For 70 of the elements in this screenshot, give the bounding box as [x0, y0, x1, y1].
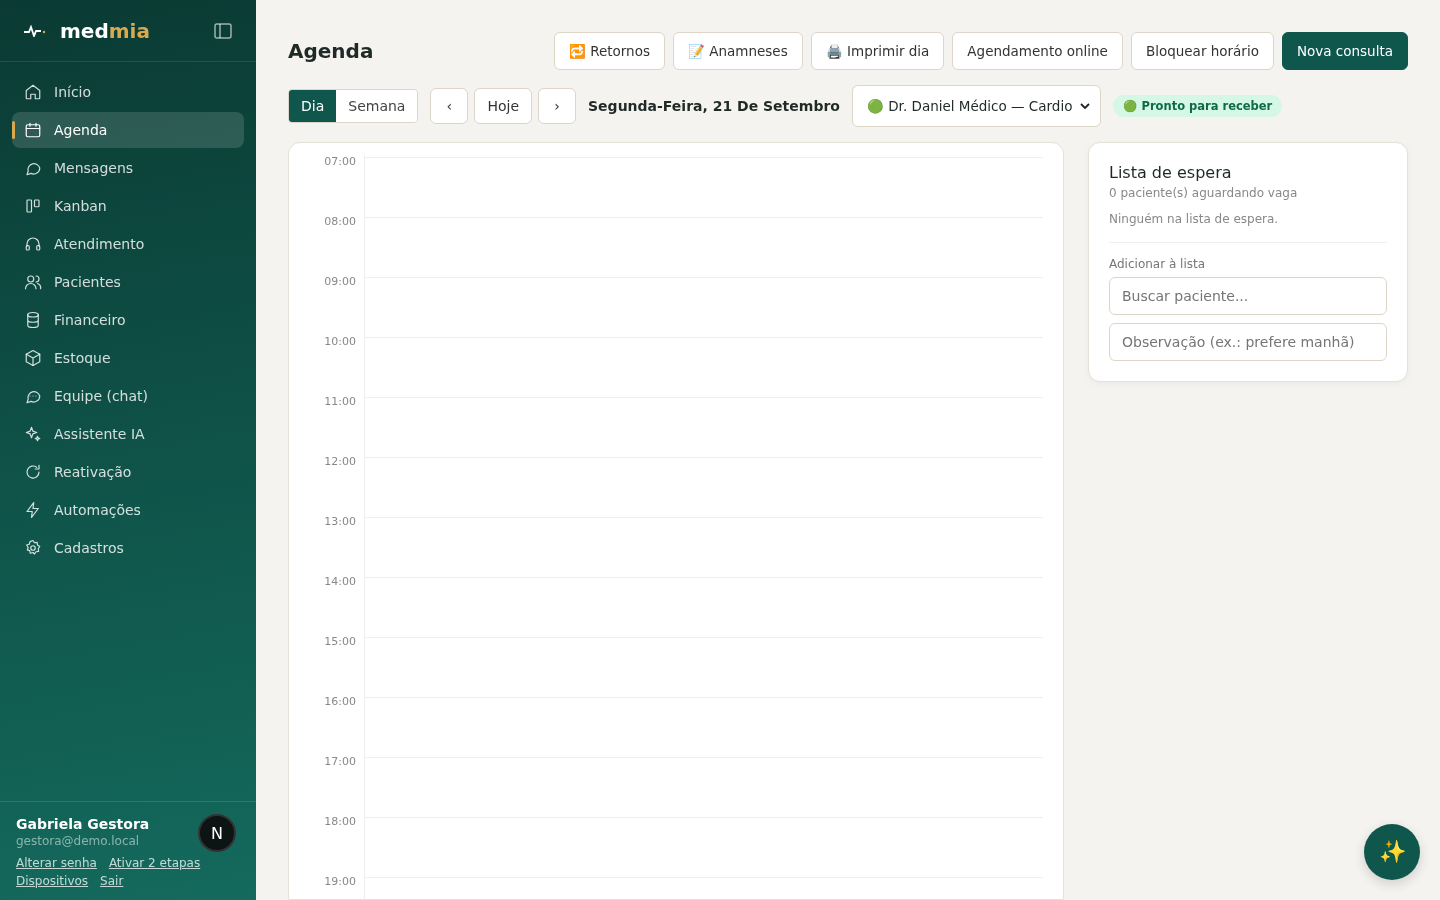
- doctor-select[interactable]: 🟢 Dr. Daniel Médico — Cardio: [851, 85, 1102, 127]
- toolbar-button[interactable]: 🔁 Retornos: [553, 32, 665, 70]
- ai-assistant-button[interactable]: ✨: [1364, 824, 1420, 880]
- hour-label: 18:00: [309, 815, 365, 877]
- refresh-icon: [24, 463, 42, 481]
- sidebar-item[interactable]: Cadastros: [12, 530, 244, 566]
- settings-icon: [24, 539, 42, 557]
- toolbar-button[interactable]: 📝 Anamneses: [672, 32, 803, 70]
- hour-label: 09:00: [309, 275, 365, 337]
- sidebar-item[interactable]: Automações: [12, 492, 244, 528]
- view-tab[interactable]: Semana: [336, 90, 418, 122]
- hour-label: 11:00: [309, 395, 365, 457]
- hour-label: 07:00: [309, 155, 365, 217]
- card-title: Lista de espera: [1109, 163, 1233, 182]
- sidebar-item[interactable]: Agenda: [12, 112, 244, 148]
- toolbar-button[interactable]: 🖨 Imprimir dia: [810, 32, 945, 70]
- box-icon: [24, 349, 42, 367]
- current-date: Segunda-Feira, 21 De Setembro: [588, 98, 840, 114]
- sidebar-item[interactable]: Início: [12, 74, 244, 110]
- hour-label: 16:00: [309, 695, 365, 757]
- field-label: Adicionar à lista: [1109, 257, 1207, 271]
- sidebar-item[interactable]: Pacientes: [12, 264, 244, 300]
- home-icon: [24, 83, 42, 101]
- logo-text: medmia: [60, 18, 151, 43]
- previous-button[interactable]: ‹: [430, 88, 469, 124]
- patient-search-field[interactable]: Buscar paciente...: [1109, 277, 1387, 315]
- account-link[interactable]: Dispositivos: [16, 874, 89, 888]
- chevron-down-icon: [1080, 103, 1091, 109]
- account-link[interactable]: Ativar 2 etapas: [108, 856, 201, 870]
- page-title: Agenda: [288, 39, 375, 63]
- hour-label: 19:00: [309, 875, 365, 899]
- hour-label: 15:00: [309, 635, 365, 697]
- sidebar-item[interactable]: Atendimento: [12, 226, 244, 262]
- hour-label: 08:00: [309, 215, 365, 277]
- sidebar-item[interactable]: Financeiro: [12, 302, 244, 338]
- sidebar-toggle-icon[interactable]: [214, 22, 232, 39]
- hour-label: 14:00: [309, 575, 365, 637]
- lightning-icon: [24, 501, 42, 519]
- user-name: Gabriela Gestora: [16, 816, 151, 832]
- hour-label: 17:00: [309, 755, 365, 817]
- empty-message: Ninguém na lista de espera.: [1109, 212, 1387, 243]
- logo-icon: [24, 24, 46, 37]
- note-field[interactable]: Observação (ex.: prefere manhã): [1109, 323, 1387, 361]
- next-button[interactable]: ›: [538, 88, 577, 124]
- database-icon: [24, 311, 42, 329]
- calendar-icon: [24, 121, 42, 139]
- sidebar-item[interactable]: Mensagens: [12, 150, 244, 186]
- sidebar-item[interactable]: Estoque: [12, 340, 244, 376]
- dev-tools-badge[interactable]: N: [198, 814, 236, 852]
- view-tab[interactable]: Dia: [289, 90, 337, 122]
- kanban-icon: [24, 197, 42, 215]
- toolbar-button[interactable]: Agendamento online: [952, 32, 1123, 70]
- sparkle-icon: [24, 425, 42, 443]
- sidebar-item[interactable]: Kanban: [12, 188, 244, 224]
- hour-label: 13:00: [309, 515, 365, 577]
- sidebar-item[interactable]: Assistente IA: [12, 416, 244, 452]
- account-link[interactable]: Alterar senha: [16, 856, 97, 870]
- waitlist-count: 0 paciente(s) aguardando vaga: [1109, 186, 1299, 200]
- sidebar-item[interactable]: Equipe (chat): [12, 378, 244, 414]
- hour-label: 12:00: [309, 455, 365, 517]
- new-appointment-button[interactable]: Nova consulta: [1281, 32, 1408, 70]
- sidebar-item[interactable]: Reativação: [12, 454, 244, 490]
- user-email: gestora@demo.local: [16, 834, 141, 848]
- today-button[interactable]: Hoje: [474, 88, 533, 124]
- account-link[interactable]: Sair: [100, 874, 124, 888]
- headset-icon: [24, 235, 42, 253]
- hour-label: 10:00: [309, 335, 365, 397]
- status-badge: 🟢 Pronto para receber: [1113, 95, 1283, 117]
- users-icon: [24, 273, 42, 291]
- toolbar-button[interactable]: Bloquear horário: [1130, 32, 1274, 70]
